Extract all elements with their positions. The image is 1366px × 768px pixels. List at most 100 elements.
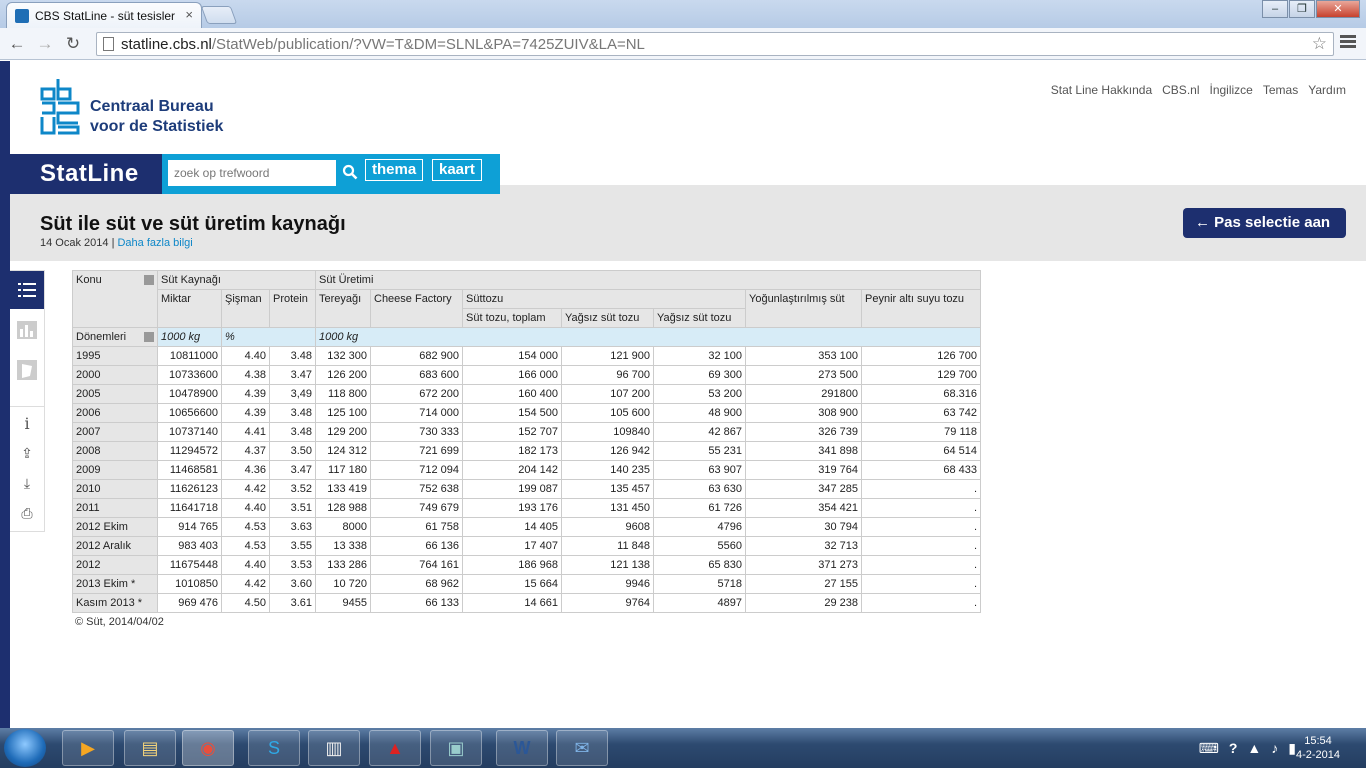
group-sut-uretimi: Süt Üretimi (315, 270, 981, 290)
new-tab-button[interactable] (200, 6, 238, 24)
table-cell: 3.53 (269, 555, 316, 575)
row-label[interactable]: 2010 (72, 479, 158, 499)
table-cell: 721 699 (370, 441, 463, 461)
expand-icon[interactable] (144, 275, 154, 285)
table-cell: 4.50 (221, 593, 270, 613)
konu-cell[interactable]: Konu (72, 270, 158, 328)
keyboard-icon[interactable]: ⌨ (1199, 740, 1219, 757)
tab-close-icon[interactable]: × (185, 7, 193, 22)
row-label[interactable]: 2012 Ekim (72, 517, 158, 537)
help-icon[interactable]: ? (1229, 740, 1238, 756)
table-cell: 1010850 (157, 574, 222, 594)
statline-label[interactable]: StatLine (10, 154, 162, 194)
table-cell: 118 800 (315, 384, 371, 404)
row-label[interactable]: Kasım 2013 * (72, 593, 158, 613)
table-cell: 3.48 (269, 346, 316, 366)
address-bar[interactable]: statline.cbs.nl/StatWeb/publication/?VW=… (96, 32, 1334, 56)
explorer-icon[interactable]: ▤ (124, 730, 176, 766)
maximize-button[interactable]: ❐ (1289, 0, 1315, 18)
left-stripe (0, 61, 10, 728)
chart-view-icon[interactable] (10, 311, 44, 349)
network-icon[interactable]: ▮ (1288, 740, 1296, 757)
table-cell: 682 900 (370, 346, 463, 366)
chrome-icon[interactable]: ◉ (182, 730, 234, 766)
table-cell: 166 000 (462, 365, 562, 385)
row-label[interactable]: 2007 (72, 422, 158, 442)
table-row: 2012 Ekim 914 765 4.53 3.63 8000 61 758 14 405… (72, 517, 981, 537)
table-row: 2005 10478900 4.39 3,49 118 800 672 200 160 40… (72, 384, 981, 404)
search-icon[interactable] (342, 164, 358, 180)
pdf-reader-icon[interactable]: ▲ (369, 730, 421, 766)
adjust-selection-button[interactable]: ← Pas selectie aan (1183, 208, 1346, 238)
bookmark-star-icon[interactable]: ☆ (1312, 34, 1327, 54)
table-cell: 11675448 (157, 555, 222, 575)
clock[interactable]: 15:54 4-2-2014 (1296, 734, 1340, 762)
footnote: © Süt, 2014/04/02 (75, 616, 164, 628)
row-label[interactable]: 2005 (72, 384, 158, 404)
odf-document-icon[interactable]: ▥ (308, 730, 360, 766)
table-cell: 53 200 (653, 384, 746, 404)
system-tray: ⌨ ? ▲ ♪ ▮ (1199, 728, 1296, 768)
start-button[interactable] (4, 729, 46, 767)
view-sidebar: i ⇪ ⤓ ⎙ (10, 270, 45, 532)
link-contact[interactable]: Temas (1263, 83, 1298, 97)
reload-icon[interactable]: ↻ (62, 33, 84, 55)
word-icon[interactable]: W (496, 730, 548, 766)
link-cbs[interactable]: CBS.nl (1162, 83, 1199, 97)
row-label[interactable]: 2000 (72, 365, 158, 385)
skype-icon[interactable]: S (248, 730, 300, 766)
volume-icon[interactable]: ♪ (1271, 740, 1278, 756)
col-tereyagi: Tereyağı (315, 289, 371, 328)
minimize-button[interactable]: – (1262, 0, 1288, 18)
row-label[interactable]: 2008 (72, 441, 158, 461)
thema-button[interactable]: thema (365, 159, 424, 181)
table-cell: . (861, 517, 981, 537)
kaart-button[interactable]: kaart (432, 159, 482, 181)
unit-cell: % (221, 327, 316, 347)
separator: | (111, 237, 115, 249)
table-row: 2010 11626123 4.42 3.52 133 419 752 638 199 08… (72, 479, 981, 499)
share-icon[interactable]: ⇪ (10, 439, 44, 467)
table-cell: 160 400 (462, 384, 562, 404)
table-view-icon[interactable] (10, 271, 44, 309)
expand-icon[interactable] (144, 332, 154, 342)
tray-arrow-icon[interactable]: ▲ (1247, 740, 1261, 756)
forward-arrow-icon[interactable]: → (34, 33, 56, 55)
info-icon[interactable]: i (10, 409, 44, 437)
table-row: 2012 11675448 4.40 3.53 133 286 764 161 186 96… (72, 555, 981, 575)
close-window-button[interactable]: ✕ (1316, 0, 1360, 18)
photo-viewer-icon[interactable]: ▣ (430, 730, 482, 766)
row-label[interactable]: 2012 Aralık (72, 536, 158, 556)
table-cell: 109840 (561, 422, 654, 442)
cbs-logo-icon (40, 79, 80, 135)
thunderbird-icon[interactable]: ✉ (556, 730, 608, 766)
table-cell: 65 830 (653, 555, 746, 575)
table-cell: 10 720 (315, 574, 371, 594)
top-links: Stat Line Hakkında CBS.nl İngilizce Tema… (1051, 83, 1346, 97)
row-label[interactable]: 2013 Ekim * (72, 574, 158, 594)
row-label[interactable]: 2012 (72, 555, 158, 575)
link-about[interactable]: Stat Line Hakkında (1051, 83, 1152, 97)
sub-yagsiz-2: Yağsız süt tozu (653, 308, 746, 328)
table-cell: 17 407 (462, 536, 562, 556)
table-cell: 3.61 (269, 593, 316, 613)
browser-tabstrip: CBS StatLine - süt tesisleri × – ❐ ✕ (0, 0, 1366, 28)
menu-icon[interactable] (1340, 35, 1356, 50)
map-view-icon[interactable] (10, 351, 44, 389)
print-icon[interactable]: ⎙ (10, 499, 44, 527)
search-input[interactable]: zoek op trefwoord (168, 160, 336, 186)
row-label[interactable]: 2011 (72, 498, 158, 518)
link-english[interactable]: İngilizce (1210, 83, 1253, 97)
browser-tab[interactable]: CBS StatLine - süt tesisleri × (6, 2, 202, 28)
row-label[interactable]: 1995 (72, 346, 158, 366)
donemleri-cell[interactable]: Dönemleri (72, 327, 158, 347)
table-row: 2007 10737140 4.41 3.48 129 200 730 333 152 70… (72, 422, 981, 442)
table-cell: 140 235 (561, 460, 654, 480)
media-player-icon[interactable]: ▶ (62, 730, 114, 766)
more-info-link[interactable]: Daha fazla bilgi (117, 237, 192, 249)
row-label[interactable]: 2006 (72, 403, 158, 423)
download-icon[interactable]: ⤓ (10, 469, 44, 497)
row-label[interactable]: 2009 (72, 460, 158, 480)
link-help[interactable]: Yardım (1308, 83, 1346, 97)
back-arrow-icon[interactable]: ← (6, 33, 28, 55)
